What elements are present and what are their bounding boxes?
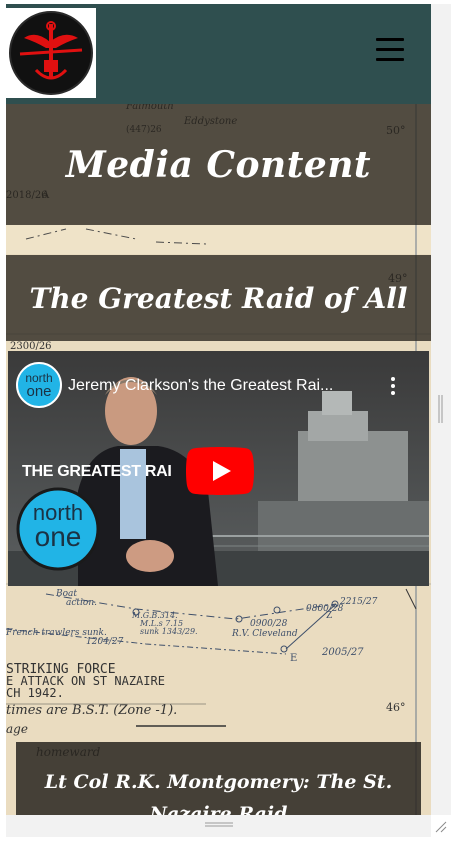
page-title: Media Content [65,143,372,186]
svg-text:Z: Z [326,611,332,621]
hero-banner: Media Content [6,104,431,225]
video-title[interactable]: Jeremy Clarkson's the Greatest Rai... [68,377,333,395]
channel-avatar[interactable]: north one [16,362,62,408]
svg-text:CH 1942.: CH 1942. [6,686,64,700]
resize-handle-icon[interactable] [432,818,448,834]
hamburger-menu-icon[interactable] [376,38,406,68]
svg-text:2215/27: 2215/27 [339,597,378,607]
big-channel-logo-text: north one [32,500,84,552]
article-card[interactable]: Lt Col R.K. Montgomery: The St. Nazaire … [16,742,421,815]
scrollbar-grip-icon[interactable] [438,395,443,423]
svg-text:E: E [290,653,297,664]
svg-text:1204/27: 1204/27 [86,637,124,647]
play-button-icon[interactable] [186,447,254,495]
page-viewport: 2005/27 E 0800/28 2215/27 Z R.V. Clevela… [6,4,431,815]
more-options-icon[interactable] [388,375,398,397]
site-navbar [6,4,431,104]
youtube-video-embed[interactable]: north one north one Jeremy Clarkson's th… [8,351,429,586]
svg-text:0900/28: 0900/28 [250,619,288,629]
horizontal-grip-icon[interactable] [205,822,233,828]
svg-text:times are B.S.T. (Zone -1).: times are B.S.T. (Zone -1). [6,703,177,718]
site-logo[interactable] [6,8,96,98]
svg-text:age: age [6,722,28,736]
article-card-title[interactable]: Lt Col R.K. Montgomery: The St. Nazaire … [36,766,401,815]
svg-text:R.V. Cleveland: R.V. Cleveland [231,629,298,639]
svg-text:action.: action. [66,598,97,608]
svg-text:0800/28: 0800/28 [306,604,344,614]
combined-ops-emblem-icon [9,11,93,95]
svg-text:sunk 1343/29.: sunk 1343/29. [140,627,198,636]
section-banner: The Greatest Raid of All [6,255,431,341]
section-title: The Greatest Raid of All [29,281,408,315]
svg-text:46°: 46° [386,701,406,714]
svg-text:2005/27: 2005/27 [321,647,364,658]
